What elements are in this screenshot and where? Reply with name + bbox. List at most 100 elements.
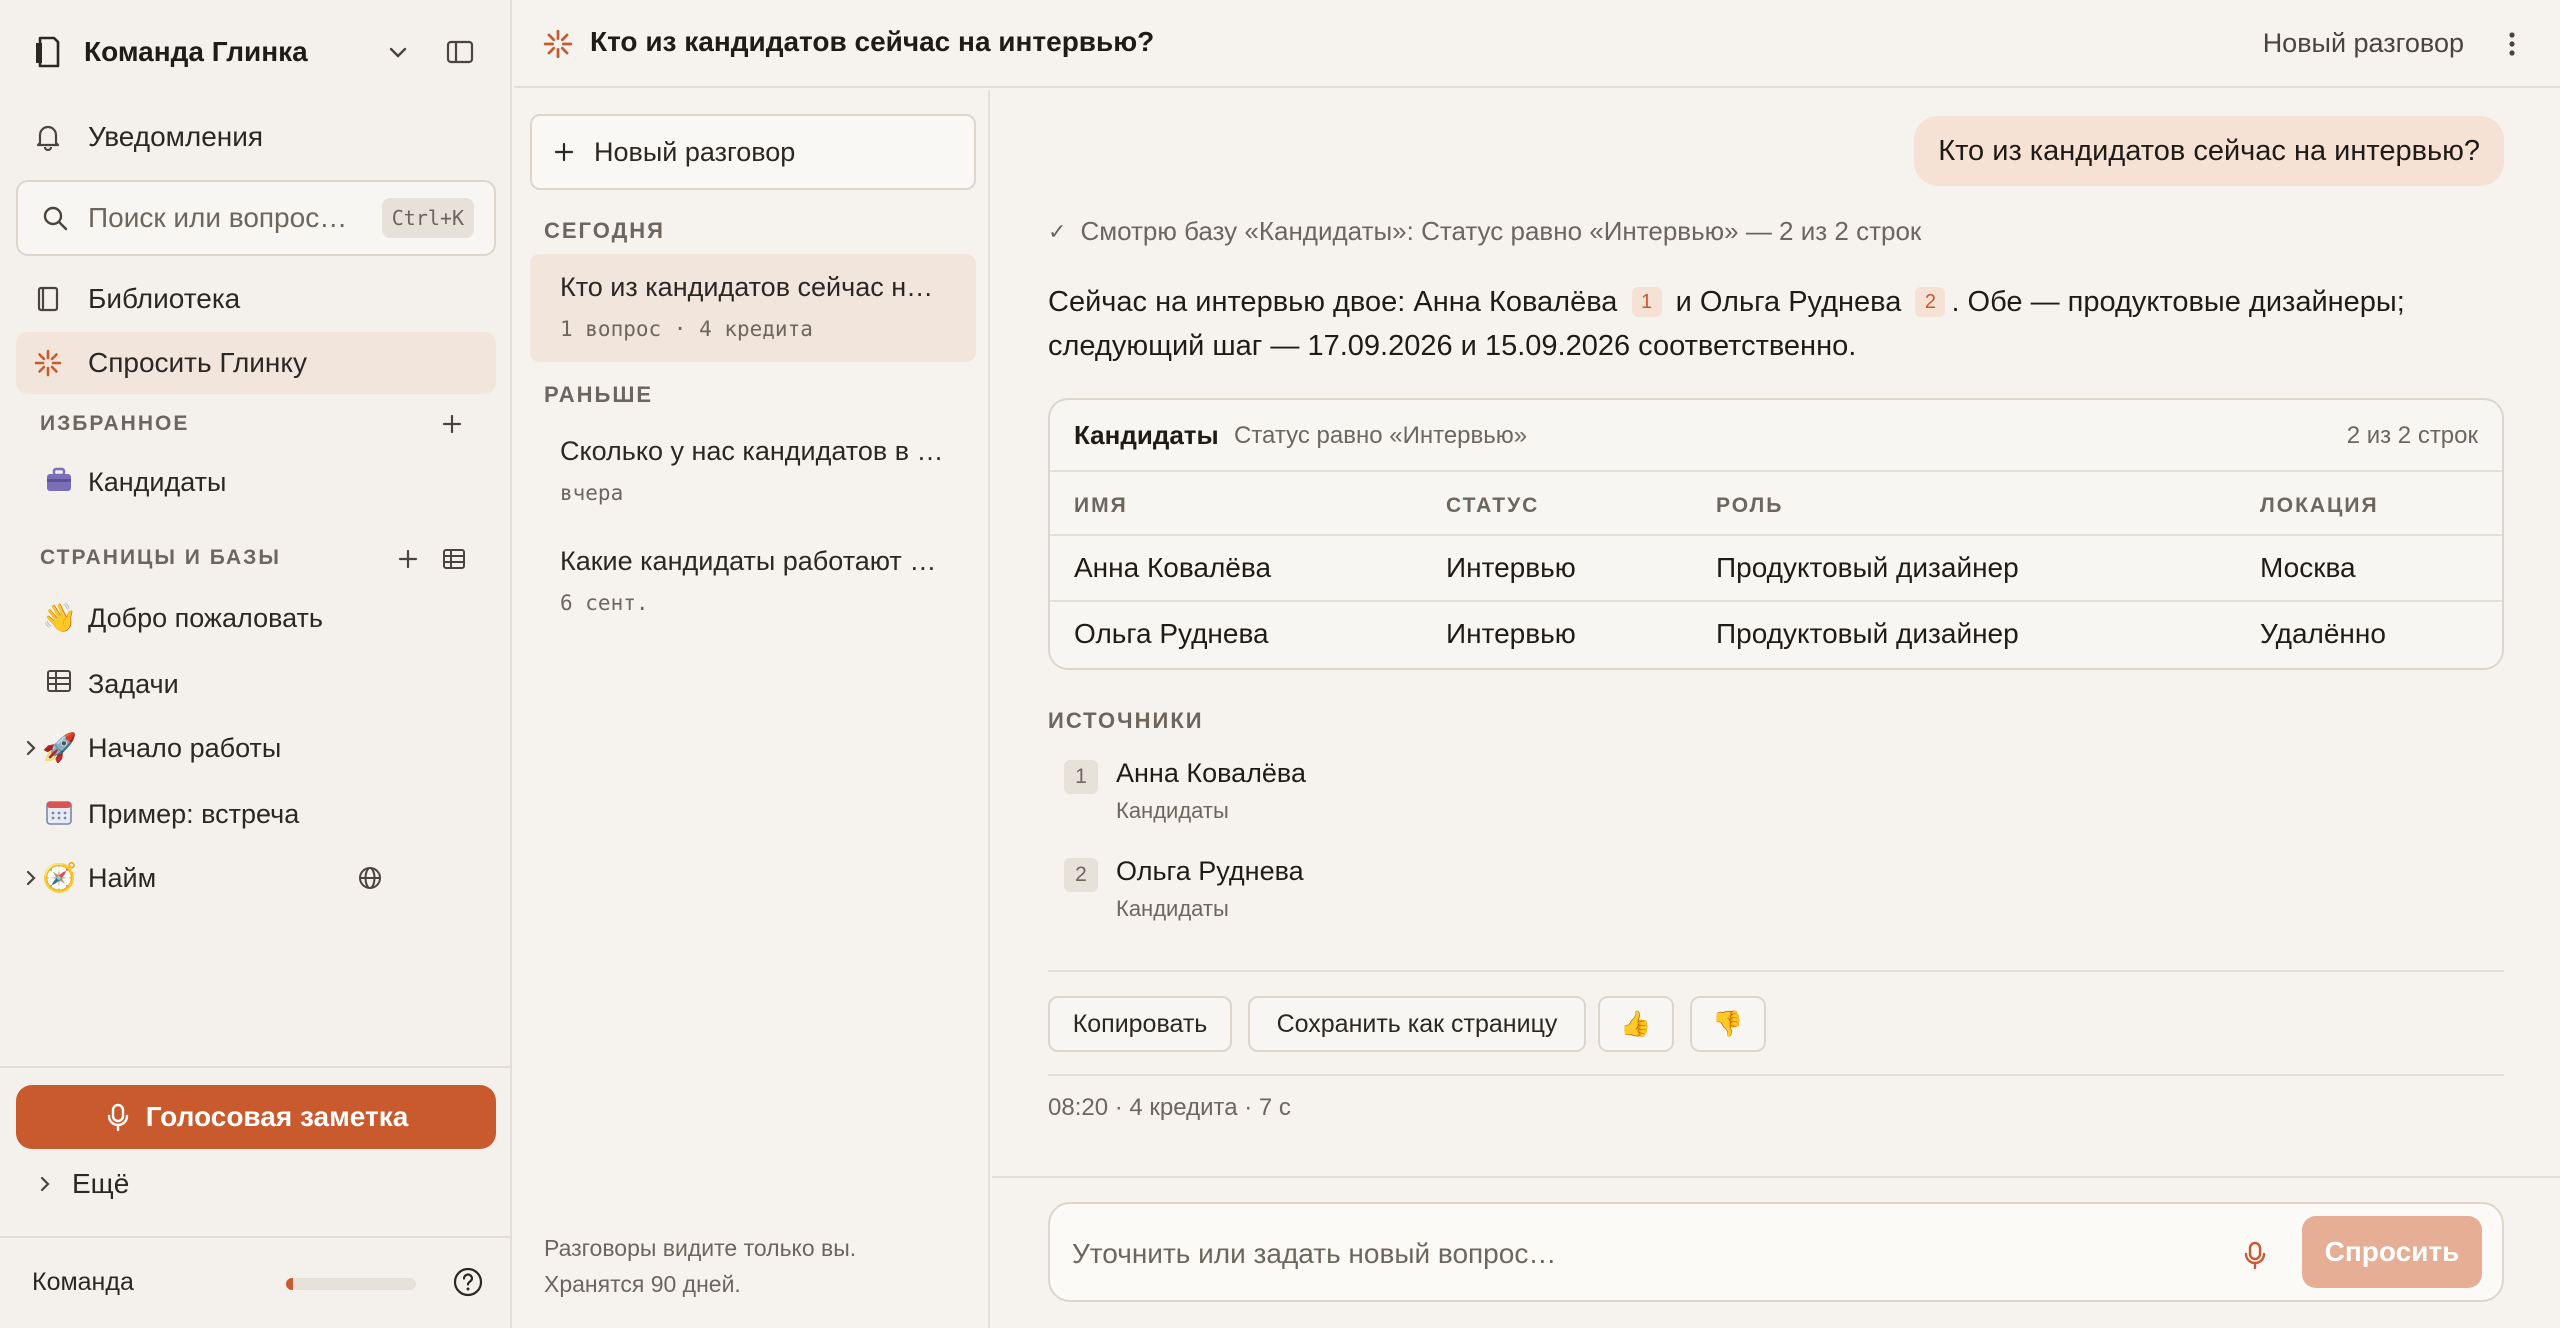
help-icon[interactable] bbox=[452, 1266, 484, 1298]
table-icon bbox=[42, 667, 76, 701]
copy-button[interactable]: Копировать bbox=[1048, 996, 1232, 1052]
search-placeholder: Поиск или вопрос… bbox=[88, 202, 348, 233]
table-cell: Интервью bbox=[1446, 552, 1576, 583]
table-row[interactable]: Анна Ковалёва Интервью Продуктовый дизай… bbox=[1050, 536, 2502, 602]
favorite-item-candidates[interactable]: Кандидаты bbox=[16, 452, 496, 512]
new-conversation-label: Новый разговор bbox=[594, 136, 796, 167]
source-subtitle: Кандидаты bbox=[1116, 798, 1229, 823]
ask-button[interactable]: Спросить bbox=[2302, 1216, 2482, 1288]
user-message: Кто из кандидатов сейчас на интервью? bbox=[1914, 116, 2504, 186]
table-cell: Анна Ковалёва bbox=[1074, 552, 1272, 583]
nav-notifications-label: Уведомления bbox=[88, 121, 264, 152]
table-cell: Москва bbox=[2260, 552, 2356, 583]
composer[interactable]: Уточнить или задать новый вопрос… Спроси… bbox=[1048, 1202, 2504, 1302]
team-usage-bar bbox=[286, 1278, 416, 1290]
result-table-name[interactable]: Кандидаты bbox=[1074, 420, 1219, 451]
tool-status[interactable]: ✓ Смотрю базу «Кандидаты»: Статус равно … bbox=[1048, 216, 1921, 247]
search-shortcut: Ctrl+K bbox=[381, 198, 474, 238]
favorites-label: ИЗБРАННОЕ bbox=[40, 412, 190, 435]
sources-label: ИСТОЧНИКИ bbox=[1048, 708, 1204, 733]
result-table: Кандидаты Статус равно «Интервью» 2 из 2… bbox=[1048, 398, 2504, 670]
save-as-page-button[interactable]: Сохранить как страницу bbox=[1248, 996, 1586, 1052]
check-icon: ✓ bbox=[1048, 218, 1067, 244]
microphone-icon bbox=[107, 1103, 128, 1132]
source-subtitle: Кандидаты bbox=[1116, 896, 1229, 921]
citation-badge[interactable]: 2 bbox=[1915, 287, 1946, 317]
table-cell: Продуктовый дизайнер bbox=[1716, 552, 2019, 583]
divider bbox=[1048, 1074, 2504, 1076]
add-database-icon[interactable] bbox=[440, 545, 468, 573]
result-table-count: 2 из 2 строк bbox=[2346, 422, 2478, 449]
table-row[interactable]: Ольга Руднева Интервью Продуктовый дизай… bbox=[1050, 602, 2502, 668]
briefcase-icon bbox=[42, 465, 76, 499]
answer-text: Сейчас на интервью двое: Анна Ковалёва bbox=[1048, 286, 1618, 318]
page-item-label: Найм bbox=[88, 862, 157, 893]
divider bbox=[1048, 970, 2504, 972]
history-footer-line: Хранятся 90 дней. bbox=[544, 1271, 741, 1297]
new-conversation-link[interactable]: Новый разговор bbox=[2263, 28, 2464, 59]
column-header: ЛОКАЦИЯ bbox=[2260, 494, 2379, 517]
history-item-meta: 6 сент. bbox=[560, 591, 649, 615]
add-page-icon[interactable] bbox=[394, 545, 422, 573]
workspace-name: Команда Глинка bbox=[84, 36, 308, 67]
nav-library[interactable]: Библиотека bbox=[16, 268, 496, 330]
more-options-icon[interactable] bbox=[2494, 26, 2530, 62]
rocket-icon: 🚀 bbox=[42, 732, 77, 763]
nav-ask-glinka[interactable]: Спросить Глинку bbox=[16, 332, 496, 394]
bell-icon bbox=[32, 121, 64, 153]
add-favorite-icon[interactable] bbox=[438, 410, 466, 438]
sidebar-footer-divider bbox=[0, 1236, 512, 1238]
microphone-icon[interactable] bbox=[2240, 1240, 2270, 1270]
voice-note-label: Голосовая заметка bbox=[145, 1101, 409, 1132]
chevron-down-icon[interactable] bbox=[384, 38, 412, 66]
source-title: Ольга Руднева bbox=[1116, 856, 1304, 886]
wave-hand-icon: 👋 bbox=[42, 602, 77, 633]
nav-notifications[interactable]: Уведомления bbox=[16, 106, 496, 168]
plus-icon bbox=[554, 142, 574, 162]
table-cell: Продуктовый дизайнер bbox=[1716, 618, 2019, 649]
page-item-label: Задачи bbox=[88, 668, 179, 699]
voice-note-button[interactable]: Голосовая заметка bbox=[16, 1085, 496, 1149]
sidebar-divider bbox=[0, 1066, 512, 1068]
thumbs-down-icon[interactable]: 👎 bbox=[1690, 996, 1766, 1052]
sidebar-toggle-icon[interactable] bbox=[444, 36, 476, 68]
answer-meta: 08:20 · 4 кредита · 7 с bbox=[1048, 1094, 1291, 1121]
history-earlier-label: РАНЬШЕ bbox=[544, 382, 654, 407]
composer-placeholder: Уточнить или задать новый вопрос… bbox=[1072, 1238, 1557, 1269]
nav-ask-label: Спросить Глинку bbox=[88, 347, 307, 378]
column-header: ИМЯ bbox=[1074, 494, 1128, 517]
more-label: Ещё bbox=[72, 1168, 130, 1199]
answer-text: . Обе — продуктовые дизайнеры; bbox=[1951, 286, 2405, 318]
history-item[interactable]: Какие кандидаты работают удалённо? 6 сен… bbox=[530, 528, 976, 636]
tool-status-text: Смотрю базу «Кандидаты»: Статус равно «И… bbox=[1080, 216, 1922, 246]
thumbs-up-icon[interactable]: 👍 bbox=[1598, 996, 1674, 1052]
new-conversation-button[interactable]: Новый разговор bbox=[530, 114, 976, 190]
column-header: СТАТУС bbox=[1446, 494, 1540, 517]
page-item-getting-started[interactable]: 🚀 Начало работы bbox=[16, 718, 496, 778]
search-input[interactable]: Поиск или вопрос… Ctrl+K bbox=[16, 180, 496, 256]
chevron-right-icon[interactable] bbox=[20, 867, 42, 889]
source-number: 2 bbox=[1064, 858, 1098, 892]
compass-icon: 🧭 bbox=[42, 862, 77, 893]
page-item-welcome[interactable]: 👋 Добро пожаловать bbox=[16, 588, 496, 648]
team-label: Команда bbox=[32, 1268, 134, 1296]
more-item[interactable]: Ещё bbox=[36, 1168, 129, 1200]
history-item[interactable]: Кто из кандидатов сейчас на интервью? 1 … bbox=[530, 254, 976, 362]
page-item-meeting-example[interactable]: Пример: встреча bbox=[16, 784, 496, 844]
answer-text: следующий шаг — 17.09.2026 и 15.09.2026 … bbox=[1048, 330, 1857, 362]
composer-divider bbox=[992, 1176, 2560, 1178]
workspace-switcher[interactable]: Команда Глинка bbox=[32, 30, 482, 74]
history-item[interactable]: Сколько у нас кандидатов в базе? вчера bbox=[530, 418, 976, 526]
page-item-hiring[interactable]: 🧭 Найм bbox=[16, 848, 496, 908]
citation-badge[interactable]: 1 bbox=[1631, 287, 1662, 317]
calendar-icon bbox=[42, 797, 76, 831]
page-item-tasks[interactable]: Задачи bbox=[16, 654, 496, 714]
chat-panel: Кто из кандидатов сейчас на интервью? ✓ … bbox=[992, 90, 2560, 1328]
chevron-right-icon bbox=[40, 1176, 50, 1192]
workspace-logo-icon bbox=[36, 36, 60, 68]
result-table-filter: Статус равно «Интервью» bbox=[1234, 422, 1528, 449]
history-item-meta: вчера bbox=[560, 481, 624, 505]
chevron-right-icon[interactable] bbox=[20, 737, 42, 759]
page-item-label: Начало работы bbox=[88, 732, 282, 763]
history-item-title: Кто из кандидатов сейчас на интервью? bbox=[560, 272, 945, 302]
